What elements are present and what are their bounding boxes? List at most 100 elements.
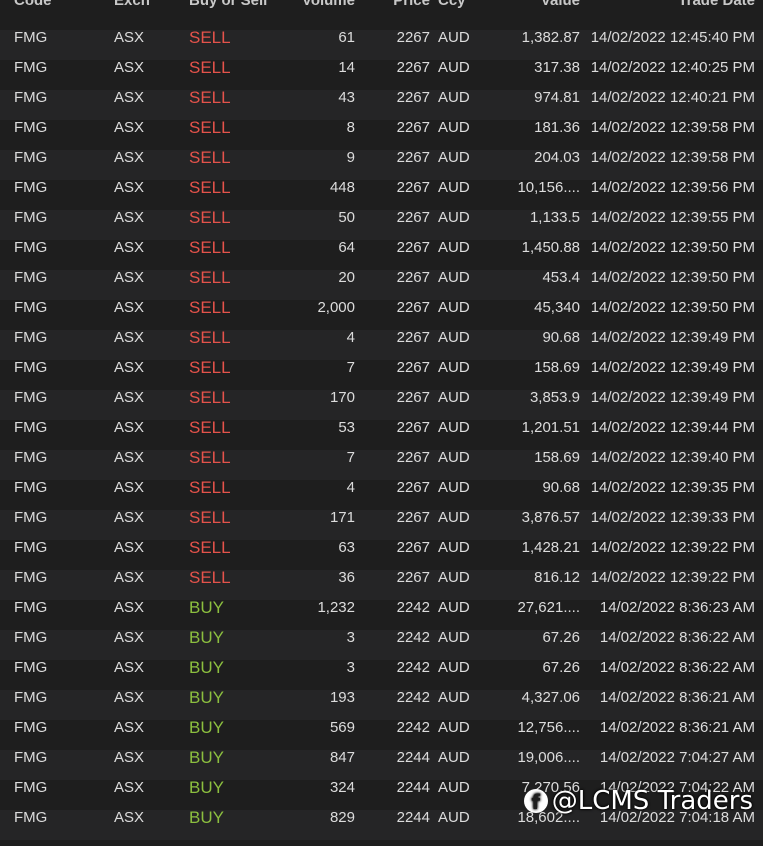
- cell-trade-date: 14/02/2022 12:39:49 PM: [590, 359, 755, 376]
- cell-volume: 193: [329, 689, 355, 706]
- header-price[interactable]: Price: [370, 0, 430, 16]
- cell-buy-or-sell: SELL: [189, 238, 231, 257]
- header-trade-date[interactable]: Trade Date: [585, 0, 755, 16]
- header-exch[interactable]: Exch: [114, 0, 174, 16]
- cell-exch: ASX: [114, 479, 145, 496]
- watermark-text: @LCMS Traders: [551, 786, 753, 816]
- cell-trade-date: 14/02/2022 12:39:22 PM: [590, 569, 755, 586]
- cell-value: 45,340: [534, 299, 580, 316]
- cell-code: FMG: [14, 569, 48, 586]
- cell-volume: 61: [338, 29, 355, 46]
- cell-buy-or-sell: SELL: [189, 538, 231, 557]
- cell-buy-or-sell: SELL: [189, 358, 231, 377]
- cell-exch: ASX: [114, 599, 145, 616]
- cell-code: FMG: [14, 419, 48, 436]
- cell-exch: ASX: [114, 359, 145, 376]
- cell-code: FMG: [14, 209, 48, 226]
- trades-grid: Code Exch Buy or Sell Volume Price Ccy V…: [0, 0, 763, 840]
- cell-code: FMG: [14, 809, 48, 826]
- cell-code: FMG: [14, 449, 48, 466]
- cell-value: 3,876.57: [521, 509, 580, 526]
- cell-trade-date: 14/02/2022 12:39:50 PM: [590, 269, 755, 286]
- cell-volume: 14: [338, 59, 355, 76]
- cell-price: 2244: [396, 809, 430, 826]
- cell-price: 2267: [396, 479, 430, 496]
- cell-trade-date: 14/02/2022 12:39:49 PM: [590, 329, 755, 346]
- cell-trade-date: 14/02/2022 8:36:21 AM: [599, 689, 755, 706]
- cell-trade-date: 14/02/2022 8:36:21 AM: [599, 719, 755, 736]
- header-volume[interactable]: Volume: [280, 0, 355, 16]
- cell-exch: ASX: [114, 299, 145, 316]
- cell-volume: 9: [346, 149, 355, 166]
- cell-code: FMG: [14, 239, 48, 256]
- cell-price: 2242: [396, 599, 430, 616]
- cell-exch: ASX: [114, 539, 145, 556]
- cell-buy-or-sell: SELL: [189, 568, 231, 587]
- cell-volume: 20: [338, 269, 355, 286]
- cell-code: FMG: [14, 179, 48, 196]
- cell-ccy: AUD: [438, 749, 470, 766]
- cell-volume: 2,000: [317, 299, 355, 316]
- cell-exch: ASX: [114, 329, 145, 346]
- cell-exch: ASX: [114, 449, 145, 466]
- cell-volume: 7: [346, 359, 355, 376]
- cell-ccy: AUD: [438, 659, 470, 676]
- header-code[interactable]: Code: [14, 0, 94, 16]
- cell-value: 12,756....: [517, 719, 580, 736]
- cell-buy-or-sell: SELL: [189, 448, 231, 467]
- cell-price: 2242: [396, 719, 430, 736]
- cell-volume: 171: [329, 509, 355, 526]
- cell-trade-date: 14/02/2022 12:39:33 PM: [590, 509, 755, 526]
- cell-ccy: AUD: [438, 449, 470, 466]
- cell-value: 453.4: [542, 269, 580, 286]
- cell-buy-or-sell: BUY: [189, 628, 224, 647]
- cell-code: FMG: [14, 149, 48, 166]
- cell-code: FMG: [14, 359, 48, 376]
- cell-buy-or-sell: BUY: [189, 748, 224, 767]
- cell-code: FMG: [14, 89, 48, 106]
- cell-value: 90.68: [542, 479, 580, 496]
- cell-buy-or-sell: SELL: [189, 118, 231, 137]
- cell-ccy: AUD: [438, 569, 470, 586]
- cell-ccy: AUD: [438, 539, 470, 556]
- cell-ccy: AUD: [438, 179, 470, 196]
- cell-ccy: AUD: [438, 629, 470, 646]
- cell-price: 2267: [396, 299, 430, 316]
- header-buy-or-sell[interactable]: Buy or Sell: [189, 0, 279, 16]
- cell-ccy: AUD: [438, 599, 470, 616]
- cell-code: FMG: [14, 659, 48, 676]
- cell-buy-or-sell: BUY: [189, 688, 224, 707]
- cell-trade-date: 14/02/2022 12:39:49 PM: [590, 389, 755, 406]
- cell-buy-or-sell: SELL: [189, 88, 231, 107]
- cell-exch: ASX: [114, 509, 145, 526]
- cell-value: 816.12: [534, 569, 580, 586]
- cell-value: 19,006....: [517, 749, 580, 766]
- cell-ccy: AUD: [438, 779, 470, 796]
- cell-buy-or-sell: SELL: [189, 28, 231, 47]
- cell-value: 974.81: [534, 89, 580, 106]
- cell-volume: 569: [329, 719, 355, 736]
- cell-price: 2244: [396, 749, 430, 766]
- cell-value: 67.26: [542, 629, 580, 646]
- cell-trade-date: 14/02/2022 8:36:22 AM: [599, 659, 755, 676]
- cell-value: 1,428.21: [521, 539, 580, 556]
- cell-volume: 829: [329, 809, 355, 826]
- cell-code: FMG: [14, 269, 48, 286]
- cell-code: FMG: [14, 689, 48, 706]
- cell-value: 158.69: [534, 359, 580, 376]
- cell-volume: 448: [329, 179, 355, 196]
- cell-exch: ASX: [114, 719, 145, 736]
- header-value[interactable]: Value: [490, 0, 580, 16]
- cell-exch: ASX: [114, 809, 145, 826]
- header-ccy[interactable]: Ccy: [438, 0, 478, 16]
- cell-exch: ASX: [114, 659, 145, 676]
- cell-price: 2267: [396, 59, 430, 76]
- cell-price: 2267: [396, 179, 430, 196]
- cell-code: FMG: [14, 29, 48, 46]
- cell-volume: 3: [346, 629, 355, 646]
- cell-value: 3,853.9: [529, 389, 580, 406]
- cell-exch: ASX: [114, 269, 145, 286]
- cell-exch: ASX: [114, 419, 145, 436]
- cell-value: 4,327.06: [521, 689, 580, 706]
- cell-trade-date: 14/02/2022 12:45:40 PM: [590, 29, 755, 46]
